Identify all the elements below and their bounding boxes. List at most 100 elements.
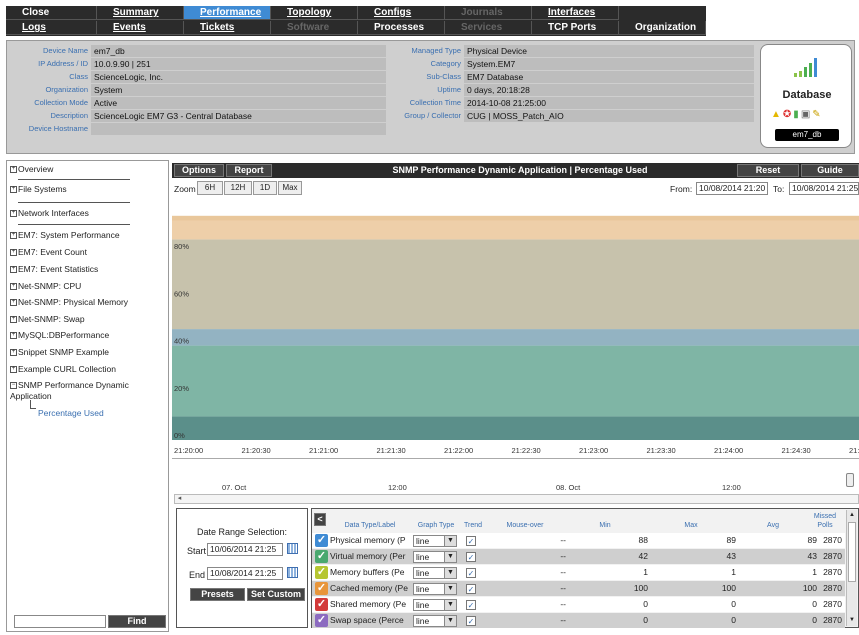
chevron-down-icon[interactable]: ▼ bbox=[444, 536, 456, 546]
tab-summary[interactable]: Summary bbox=[97, 6, 184, 20]
expand-icon[interactable]: + bbox=[10, 299, 17, 307]
tree-item[interactable]: + File Systems bbox=[10, 184, 160, 194]
graph-type-select[interactable]: line ▼ bbox=[413, 567, 457, 579]
navigator-handle[interactable] bbox=[846, 473, 854, 487]
expand-icon[interactable]: + bbox=[10, 210, 17, 218]
tree-item[interactable]: − SNMP Performance Dynamic Application bbox=[10, 380, 160, 402]
set-custom-button[interactable]: Set Custom bbox=[247, 588, 305, 601]
reset-button[interactable]: Reset bbox=[737, 164, 799, 177]
tree-item[interactable]: + EM7: Event Count bbox=[10, 247, 160, 257]
tree-item[interactable]: + MySQL:DBPerformance bbox=[10, 330, 160, 340]
find-button[interactable]: Find bbox=[108, 615, 166, 628]
chevron-down-icon[interactable]: ▼ bbox=[444, 600, 456, 610]
presets-button[interactable]: Presets bbox=[190, 588, 245, 601]
start-calendar-icon[interactable] bbox=[287, 543, 298, 554]
to-input[interactable]: 10/08/2014 21:25 bbox=[789, 182, 859, 195]
tab-logs[interactable]: Logs bbox=[6, 21, 97, 35]
options-button[interactable]: Options bbox=[174, 164, 224, 177]
scroll-down-arrow[interactable]: ▼ bbox=[847, 616, 857, 624]
zoom-max-button[interactable]: Max bbox=[278, 181, 302, 195]
end-date-input[interactable]: 10/08/2014 21:25 bbox=[207, 567, 283, 580]
trend-checkbox[interactable]: ✓ bbox=[466, 616, 476, 626]
zoom-12h-button[interactable]: 12H bbox=[224, 181, 252, 195]
scroll-thumb[interactable] bbox=[848, 522, 856, 582]
tab-close[interactable]: Close bbox=[6, 6, 97, 20]
chevron-down-icon[interactable]: ▼ bbox=[444, 616, 456, 626]
printer-icon[interactable]: ▣ bbox=[801, 109, 812, 120]
guide-button[interactable]: Guide bbox=[801, 164, 859, 177]
collapse-icon[interactable]: − bbox=[10, 382, 17, 390]
expand-icon[interactable]: + bbox=[10, 266, 17, 274]
tree-item[interactable]: + Net-SNMP: Physical Memory bbox=[10, 297, 160, 307]
device-badge: Database ▲✪▮▣✎ em7_db bbox=[760, 44, 852, 148]
graph-icon[interactable]: ▮ bbox=[793, 109, 801, 120]
end-calendar-icon[interactable] bbox=[287, 567, 298, 578]
x-tick-label: 21:20:00 bbox=[174, 446, 203, 455]
tab-tickets[interactable]: Tickets bbox=[184, 21, 271, 35]
tree-item[interactable]: + Snippet SNMP Example bbox=[10, 347, 160, 357]
chevron-down-icon[interactable]: ▼ bbox=[444, 568, 456, 578]
trend-checkbox[interactable]: ✓ bbox=[466, 552, 476, 562]
series-color-checkbox[interactable]: ✓ bbox=[315, 582, 328, 595]
tab-events[interactable]: Events bbox=[97, 21, 184, 35]
zoom-6h-button[interactable]: 6H bbox=[197, 181, 223, 195]
tree-item[interactable]: + EM7: Event Statistics bbox=[10, 264, 160, 274]
lifebuoy-icon[interactable]: ✪ bbox=[783, 109, 793, 120]
graph-type-select[interactable]: line ▼ bbox=[413, 615, 457, 627]
chevron-down-icon[interactable]: ▼ bbox=[444, 552, 456, 562]
tree-item-percentage-used[interactable]: Percentage Used bbox=[38, 408, 104, 418]
tree-item[interactable]: + Overview bbox=[10, 164, 160, 174]
tab-configs[interactable]: Configs bbox=[358, 6, 445, 20]
graph-type-select[interactable]: line ▼ bbox=[413, 583, 457, 595]
series-color-checkbox[interactable]: ✓ bbox=[315, 614, 328, 627]
tab-interfaces[interactable]: Interfaces bbox=[532, 6, 619, 20]
tree-item[interactable]: + Network Interfaces bbox=[10, 208, 160, 218]
series-color-checkbox[interactable]: ✓ bbox=[315, 598, 328, 611]
scroll-up-arrow[interactable]: ▲ bbox=[847, 511, 857, 519]
expand-icon[interactable]: + bbox=[10, 283, 17, 291]
row-min: 100 bbox=[633, 583, 648, 593]
graph-type-select[interactable]: line ▼ bbox=[413, 599, 457, 611]
tree-item[interactable]: + Example CURL Collection bbox=[10, 364, 160, 374]
trend-checkbox[interactable]: ✓ bbox=[466, 536, 476, 546]
tab-software: Software bbox=[271, 21, 358, 35]
tab-tcp-ports[interactable]: TCP Ports bbox=[532, 21, 619, 35]
expand-icon[interactable]: + bbox=[10, 232, 17, 240]
expand-icon[interactable]: + bbox=[10, 316, 17, 324]
device-field-label: Organization bbox=[45, 85, 88, 94]
expand-icon[interactable]: + bbox=[10, 186, 17, 194]
graph-type-select[interactable]: line ▼ bbox=[413, 551, 457, 563]
trend-checkbox[interactable]: ✓ bbox=[466, 584, 476, 594]
zoom-1d-button[interactable]: 1D bbox=[253, 181, 277, 195]
tab-processes[interactable]: Processes bbox=[358, 21, 445, 35]
tree-item[interactable]: + Net-SNMP: CPU bbox=[10, 281, 160, 291]
tab-performance[interactable]: Performance bbox=[184, 6, 271, 20]
expand-icon[interactable]: + bbox=[10, 332, 17, 340]
report-button[interactable]: Report bbox=[226, 164, 272, 177]
tab-topology[interactable]: Topology bbox=[271, 6, 358, 20]
wrench-icon[interactable]: ✎ bbox=[812, 109, 822, 120]
series-color-checkbox[interactable]: ✓ bbox=[315, 534, 328, 547]
tree-item[interactable]: + EM7: System Performance bbox=[10, 230, 160, 240]
warning-icon[interactable]: ▲ bbox=[771, 109, 783, 120]
trend-checkbox[interactable]: ✓ bbox=[466, 600, 476, 610]
from-input[interactable]: 10/08/2014 21:20 bbox=[696, 182, 768, 195]
expand-icon[interactable]: + bbox=[10, 349, 17, 357]
expand-icon[interactable]: + bbox=[10, 366, 17, 374]
row-missed: 2870 bbox=[823, 567, 842, 577]
tab-organization[interactable]: Organization bbox=[619, 21, 706, 35]
expand-icon[interactable]: + bbox=[10, 249, 17, 257]
expand-icon[interactable]: + bbox=[10, 166, 17, 174]
grid-scrollbar[interactable]: ▲ ▼ bbox=[846, 510, 857, 626]
scroll-left-arrow[interactable]: ◂ bbox=[175, 495, 184, 503]
tree-item[interactable]: + Net-SNMP: Swap bbox=[10, 314, 160, 324]
trend-checkbox[interactable]: ✓ bbox=[466, 568, 476, 578]
series-color-checkbox[interactable]: ✓ bbox=[315, 550, 328, 563]
grid-back-button[interactable]: < bbox=[314, 513, 326, 526]
find-input[interactable] bbox=[14, 615, 106, 628]
graph-type-select[interactable]: line ▼ bbox=[413, 535, 457, 547]
start-date-input[interactable]: 10/06/2014 21:25 bbox=[207, 543, 283, 556]
navigator-scrollbar[interactable] bbox=[174, 494, 859, 504]
chevron-down-icon[interactable]: ▼ bbox=[444, 584, 456, 594]
series-color-checkbox[interactable]: ✓ bbox=[315, 566, 328, 579]
